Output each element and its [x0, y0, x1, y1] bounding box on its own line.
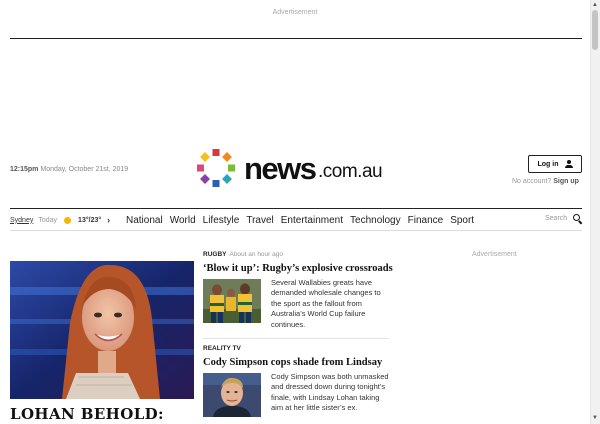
top-divider [10, 38, 582, 39]
nav-item-entertainment[interactable]: Entertainment [281, 215, 343, 226]
nav-item-travel[interactable]: Travel [246, 215, 273, 226]
nav-item-finance[interactable]: Finance [408, 215, 444, 226]
weather-day: Today [38, 216, 58, 224]
article-1-thumbnail[interactable] [203, 279, 261, 323]
logo-dot [212, 149, 220, 156]
search-icon [573, 214, 582, 223]
logo-dot [222, 152, 232, 162]
article-1-summary: Several Wallabies greats have demanded w… [271, 278, 381, 329]
login-button[interactable]: Log in [528, 155, 582, 173]
scroll-down-arrow-icon[interactable]: ▼ [591, 414, 599, 422]
article-2-kicker: Reality TV [203, 345, 241, 352]
article-2-summary: Cody Simpson was both unmasked and dress… [271, 372, 389, 413]
hero-photo [10, 261, 194, 399]
site-logo[interactable]: news .com.au [196, 148, 398, 190]
current-time: 12:15pm [10, 166, 39, 173]
article-2-thumbnail[interactable] [203, 373, 261, 417]
login-label: Log in [537, 160, 559, 168]
nav-item-lifestyle[interactable]: Lifestyle [203, 215, 240, 226]
weather-city-link[interactable]: Sydney [10, 217, 33, 224]
user-icon [564, 160, 573, 168]
page-scrollbar[interactable] [590, 0, 600, 424]
article-divider [203, 338, 389, 339]
nav-item-world[interactable]: World [170, 215, 196, 226]
no-account-prompt: No account? Sign up [512, 178, 579, 185]
article-1-section: Rugby [203, 251, 227, 258]
scrollbar-thumb[interactable] [592, 10, 598, 50]
top-ad-label: Advertisement [272, 9, 318, 16]
logo-dots-icon [197, 149, 235, 187]
article-1-photo [203, 279, 261, 323]
logo-dot [197, 164, 204, 172]
chevron-right-icon[interactable]: › [107, 215, 110, 225]
article-1-kicker: Rugby About an hour ago [203, 251, 283, 258]
article-1[interactable]: Rugby About an hour ago [203, 251, 283, 258]
no-account-text: No account? [512, 178, 552, 185]
logo-dot [222, 174, 232, 184]
logo-wordmark: news [244, 151, 317, 186]
weather-temps: 13°/23° [78, 216, 102, 224]
hero-image[interactable] [10, 261, 194, 399]
nav-top-divider [10, 208, 582, 209]
logo-dot [200, 152, 210, 162]
article-2-photo [203, 373, 261, 417]
nav-bottom-divider [10, 230, 582, 231]
nav-item-technology[interactable]: Technology [350, 215, 401, 226]
scroll-up-arrow-icon[interactable]: ▲ [591, 1, 599, 9]
weather-widget[interactable]: Sydney Today 13°/23° › [10, 214, 110, 226]
nav-item-national[interactable]: National [126, 215, 163, 226]
right-ad-label: Advertisement [472, 251, 517, 258]
sun-icon [64, 216, 72, 224]
signup-link[interactable]: Sign up [553, 178, 579, 185]
search-label: Search [545, 215, 568, 222]
main-nav: National World Lifestyle Travel Entertai… [126, 213, 481, 227]
hero-headline[interactable]: LOHAN BEHOLD: [10, 405, 164, 423]
article-1-time: About an hour ago [229, 251, 283, 258]
current-date: Monday, October 21st, 2019 [40, 166, 129, 173]
logo-dot [200, 174, 210, 184]
logo-dot [228, 164, 235, 172]
logo-dot [212, 180, 220, 187]
article-2-headline[interactable]: Cody Simpson cops shade from Lindsay [203, 357, 382, 368]
search-button[interactable]: Search [545, 214, 582, 223]
nav-item-sport[interactable]: Sport [450, 215, 474, 226]
logo-domain: .com.au [318, 161, 383, 182]
date-time: 12:15pm Monday, October 21st, 2019 [10, 166, 128, 173]
article-1-headline[interactable]: ‘Blow it up’: Rugby’s explosive crossroa… [203, 263, 393, 274]
